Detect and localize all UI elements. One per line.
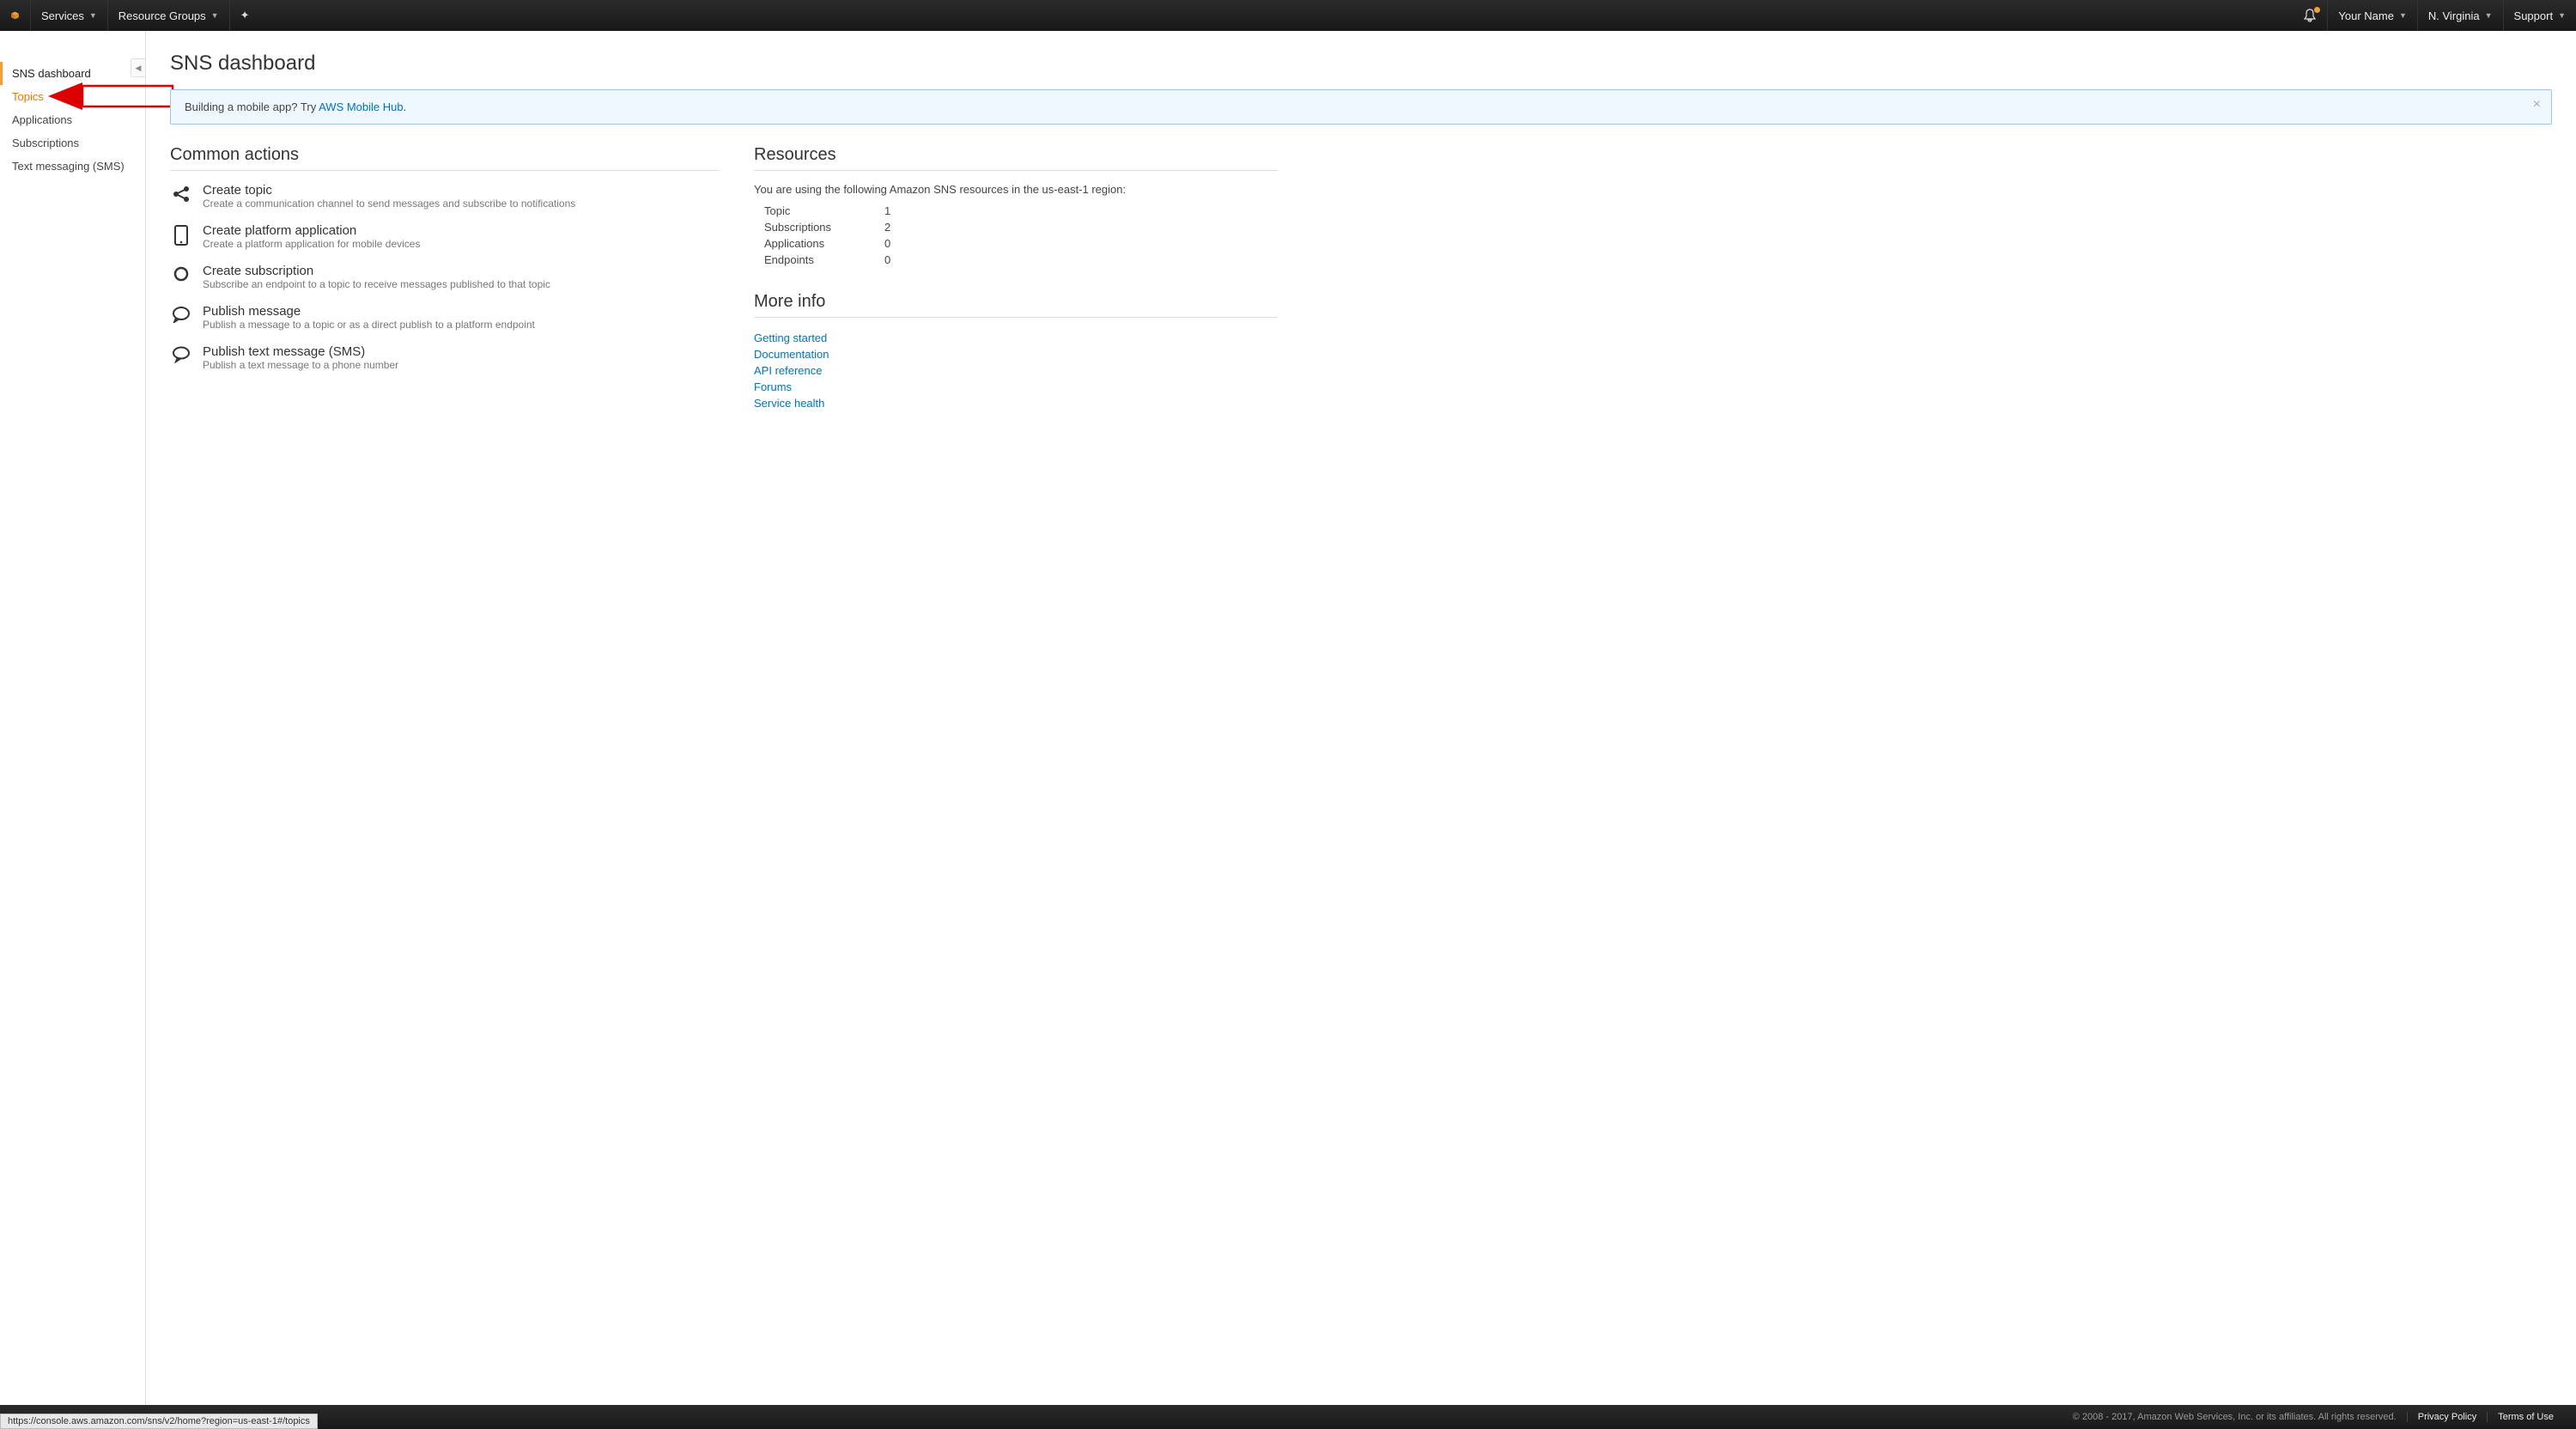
cube-icon [10, 7, 20, 24]
mobile-icon [170, 223, 192, 246]
action-create-platform-app[interactable]: Create platform application Create a pla… [170, 223, 720, 250]
action-desc: Publish a text message to a phone number [203, 359, 398, 371]
action-title: Publish text message (SMS) [203, 344, 398, 359]
action-create-topic[interactable]: Create topic Create a communication chan… [170, 183, 720, 210]
resource-row: Applications0 [754, 235, 1278, 252]
action-title: Create topic [203, 183, 575, 198]
resources-table: Topic1 Subscriptions2 Applications0 Endp… [754, 203, 1278, 268]
top-nav: Services ▼ Resource Groups ▼ ✦ Your Name… [0, 0, 2576, 31]
banner-link[interactable]: AWS Mobile Hub [319, 100, 404, 113]
link-getting-started[interactable]: Getting started [754, 330, 1278, 346]
resource-row: Topic1 [754, 203, 1278, 219]
chevron-left-icon: ◀ [136, 64, 142, 73]
terms-link[interactable]: Terms of Use [2487, 1412, 2564, 1422]
region-label: N. Virginia [2428, 9, 2480, 22]
resources-heading: Resources [754, 145, 1278, 171]
share-icon [170, 183, 192, 204]
sidebar-item-label: Text messaging (SMS) [12, 160, 125, 173]
common-actions-heading: Common actions [170, 145, 720, 171]
info-banner: Building a mobile app? Try AWS Mobile Hu… [170, 89, 2552, 125]
action-desc: Create a communication channel to send m… [203, 198, 575, 210]
services-label: Services [41, 9, 84, 22]
chevron-down-icon: ▼ [2399, 11, 2407, 20]
banner-text: Building a mobile app? Try [185, 100, 319, 113]
action-desc: Create a platform application for mobile… [203, 238, 420, 250]
chat-icon [170, 304, 192, 323]
speech-bubble-icon [170, 344, 192, 363]
link-forums[interactable]: Forums [754, 379, 1278, 395]
resource-value: 1 [884, 204, 890, 217]
support-label: Support [2514, 9, 2554, 22]
link-documentation[interactable]: Documentation [754, 346, 1278, 362]
resource-label: Applications [764, 237, 884, 250]
sidebar-collapse-button[interactable]: ◀ [131, 58, 146, 77]
account-menu[interactable]: Your Name ▼ [2327, 0, 2417, 31]
account-label: Your Name [2338, 9, 2394, 22]
services-menu[interactable]: Services ▼ [31, 0, 108, 31]
more-info-heading: More info [754, 292, 1278, 318]
resource-value: 0 [884, 237, 890, 250]
resource-value: 2 [884, 221, 890, 234]
action-desc: Publish a message to a topic or as a dir… [203, 319, 535, 331]
chevron-down-icon: ▼ [211, 11, 219, 20]
action-publish-message[interactable]: Publish message Publish a message to a t… [170, 304, 720, 331]
sidebar-item-label: Subscriptions [12, 137, 79, 149]
privacy-link[interactable]: Privacy Policy [2407, 1412, 2487, 1422]
action-create-subscription[interactable]: Create subscription Subscribe an endpoin… [170, 264, 720, 290]
sidebar-item-subscriptions[interactable]: Subscriptions [0, 131, 145, 155]
action-title: Create subscription [203, 264, 550, 278]
banner-close-button[interactable]: × [2533, 97, 2541, 112]
link-api-reference[interactable]: API reference [754, 362, 1278, 379]
resource-row: Endpoints0 [754, 252, 1278, 268]
resources-intro: You are using the following Amazon SNS r… [754, 183, 1278, 196]
region-menu[interactable]: N. Virginia ▼ [2418, 0, 2504, 31]
more-info-links: Getting started Documentation API refere… [754, 330, 1278, 411]
pin-button[interactable]: ✦ [230, 0, 260, 31]
support-menu[interactable]: Support ▼ [2504, 0, 2576, 31]
notification-dot-icon [2314, 7, 2320, 13]
page-title: SNS dashboard [170, 52, 2552, 76]
action-publish-sms[interactable]: Publish text message (SMS) Publish a tex… [170, 344, 720, 371]
browser-status-bar: https://console.aws.amazon.com/sns/v2/ho… [0, 1414, 318, 1429]
banner-period: . [404, 100, 407, 113]
sidebar-item-label: Topics [12, 90, 44, 103]
link-service-health[interactable]: Service health [754, 395, 1278, 411]
notifications-button[interactable] [2293, 0, 2327, 31]
action-title: Create platform application [203, 223, 420, 238]
close-icon: × [2533, 97, 2541, 112]
sidebar-item-sms[interactable]: Text messaging (SMS) [0, 155, 145, 178]
resource-label: Topic [764, 204, 884, 217]
resource-groups-menu[interactable]: Resource Groups ▼ [108, 0, 230, 31]
copyright-text: © 2008 - 2017, Amazon Web Services, Inc.… [2073, 1412, 2407, 1422]
chevron-down-icon: ▼ [89, 11, 97, 20]
sidebar-item-topics[interactable]: Topics [0, 85, 145, 108]
action-title: Publish message [203, 304, 535, 319]
chevron-down-icon: ▼ [2558, 11, 2566, 20]
chevron-down-icon: ▼ [2485, 11, 2493, 20]
sidebar-item-label: SNS dashboard [12, 67, 91, 80]
action-desc: Subscribe an endpoint to a topic to rece… [203, 278, 550, 290]
sidebar-item-dashboard[interactable]: SNS dashboard [0, 62, 145, 85]
circle-icon [170, 264, 192, 283]
content-area: SNS dashboard Building a mobile app? Try… [146, 31, 2576, 1405]
resource-groups-label: Resource Groups [118, 9, 206, 22]
sidebar-item-applications[interactable]: Applications [0, 108, 145, 131]
aws-logo[interactable] [0, 0, 31, 31]
sidebar-item-label: Applications [12, 113, 72, 126]
sidebar: ◀ SNS dashboard Topics Applications Subs… [0, 31, 146, 1405]
resource-value: 0 [884, 253, 890, 266]
pin-icon: ✦ [240, 9, 250, 22]
footer: © 2008 - 2017, Amazon Web Services, Inc.… [0, 1405, 2576, 1429]
resource-label: Subscriptions [764, 221, 884, 234]
resource-row: Subscriptions2 [754, 219, 1278, 235]
resource-label: Endpoints [764, 253, 884, 266]
